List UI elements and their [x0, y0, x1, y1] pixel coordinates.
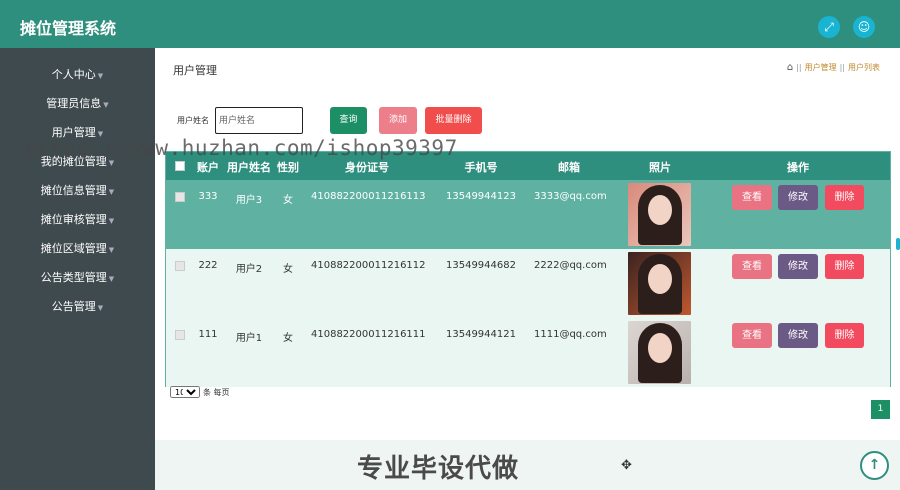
- chevron-down-icon: ▼: [108, 159, 115, 167]
- chevron-down-icon: ▼: [108, 217, 115, 225]
- add-button[interactable]: 添加: [379, 107, 417, 134]
- chevron-down-icon: ▼: [97, 304, 104, 312]
- col-photo: 照片: [649, 161, 671, 174]
- cell-account: 333: [198, 191, 218, 202]
- table-row: 111 用户1 女 410882200011216111 13549944121…: [166, 318, 890, 387]
- sidebar-item-stall-area[interactable]: 摊位区域管理 ▼: [0, 239, 155, 259]
- view-button[interactable]: 查看: [732, 185, 772, 210]
- cell-gender: 女: [283, 264, 293, 275]
- page-button[interactable]: 1: [871, 400, 890, 419]
- back-to-top-icon[interactable]: ↑: [860, 451, 889, 480]
- cell-phone: 13549944682: [446, 260, 516, 271]
- page-size-select[interactable]: 10: [170, 386, 200, 398]
- cell-gender: 女: [283, 333, 293, 344]
- fullscreen-icon[interactable]: ⤢: [818, 16, 840, 38]
- sidebar-item-admin-info[interactable]: 管理员信息 ▼: [0, 94, 155, 114]
- cell-account: 111: [198, 329, 218, 340]
- chevron-down-icon: ▼: [103, 101, 109, 109]
- cell-name: 用户1: [235, 333, 263, 344]
- main-content: 用户管理 ⌂ || 用户管理 || 用户列表 用户姓名 查询 添加 批量删除 账…: [155, 48, 900, 440]
- chevron-down-icon: ▼: [108, 275, 115, 283]
- col-actions: 操作: [787, 161, 809, 174]
- cell-gender: 女: [283, 195, 293, 206]
- home-icon[interactable]: ⌂: [787, 62, 793, 73]
- view-button[interactable]: 查看: [732, 254, 772, 279]
- delete-button[interactable]: 删除: [825, 254, 864, 279]
- user-photo: [628, 321, 691, 384]
- query-button[interactable]: 查询: [330, 107, 367, 134]
- app-title: 摊位管理系统: [20, 19, 117, 38]
- cell-name: 用户3: [235, 195, 263, 206]
- cell-account: 222: [198, 260, 218, 271]
- col-phone: 手机号: [464, 161, 498, 174]
- top-bar: 摊位管理系统 ⤢ ☺: [0, 0, 900, 48]
- cell-email: 2222@qq.com: [534, 260, 607, 271]
- col-email: 邮箱: [558, 161, 580, 174]
- table-row: 222 用户2 女 410882200011216112 13549944682…: [166, 249, 890, 318]
- user-table: 账户 用户姓名 性别 身份证号 手机号 邮箱 照片 操作 333 用户3 女 4…: [165, 151, 891, 387]
- cell-phone: 13549944121: [446, 329, 516, 340]
- sidebar-item-my-stall[interactable]: 我的摊位管理 ▼: [0, 152, 155, 172]
- breadcrumb-user-manage[interactable]: 用户管理: [805, 62, 837, 73]
- delete-button[interactable]: 删除: [825, 185, 864, 210]
- row-checkbox[interactable]: [175, 192, 185, 202]
- breadcrumb-user-list[interactable]: 用户列表: [848, 62, 880, 73]
- edge-handle: [896, 238, 900, 250]
- chevron-down-icon: ▼: [97, 130, 104, 138]
- sidebar-item-stall-review[interactable]: 摊位审核管理 ▼: [0, 210, 155, 230]
- sidebar-item-notice[interactable]: 公告管理 ▼: [0, 297, 155, 317]
- row-checkbox[interactable]: [175, 261, 185, 271]
- table-header: 账户 用户姓名 性别 身份证号 手机号 邮箱 照片 操作: [166, 152, 890, 180]
- edit-button[interactable]: 修改: [778, 185, 818, 210]
- row-checkbox[interactable]: [175, 330, 185, 340]
- move-cursor-icon: ✥: [621, 458, 632, 473]
- footer-banner: 专业毕设代做 ✥ ↑: [155, 440, 900, 490]
- footer-banner-text: 专业毕设代做: [357, 454, 520, 484]
- user-photo: [628, 252, 691, 315]
- chevron-down-icon: ▼: [108, 246, 115, 254]
- page-size-control: 10 条 每页: [170, 386, 230, 398]
- sidebar-item-notice-type[interactable]: 公告类型管理 ▼: [0, 268, 155, 288]
- chevron-down-icon: ▼: [108, 188, 115, 196]
- select-all-checkbox[interactable]: [175, 161, 185, 171]
- cell-name: 用户2: [235, 264, 263, 275]
- col-name: 用户姓名: [227, 161, 271, 174]
- cell-id-card: 410882200011216112: [311, 260, 426, 271]
- per-page-label: 条 每页: [203, 387, 230, 397]
- cell-email: 1111@qq.com: [534, 329, 607, 340]
- sidebar-item-user-manage[interactable]: 用户管理 ▼: [0, 123, 155, 143]
- breadcrumb: ⌂ || 用户管理 || 用户列表: [786, 62, 880, 73]
- sidebar-item-stall-info[interactable]: 摊位信息管理 ▼: [0, 181, 155, 201]
- delete-button[interactable]: 删除: [825, 323, 864, 348]
- batch-delete-button[interactable]: 批量删除: [425, 107, 482, 134]
- edit-button[interactable]: 修改: [778, 254, 818, 279]
- user-photo: [628, 183, 691, 246]
- cell-phone: 13549944123: [446, 191, 516, 202]
- user-icon[interactable]: ☺: [853, 16, 875, 38]
- chevron-down-icon: ▼: [97, 72, 104, 80]
- page-title: 用户管理: [173, 64, 217, 77]
- edit-button[interactable]: 修改: [778, 323, 818, 348]
- col-id-card: 身份证号: [345, 161, 389, 174]
- table-row: 333 用户3 女 410882200011216113 13549944123…: [166, 180, 890, 249]
- name-search-input[interactable]: [215, 107, 303, 134]
- search-label: 用户姓名: [177, 116, 209, 125]
- col-account: 账户: [197, 161, 219, 174]
- cell-id-card: 410882200011216113: [311, 191, 426, 202]
- sidebar-item-personal-center[interactable]: 个人中心 ▼: [0, 65, 155, 85]
- cell-id-card: 410882200011216111: [311, 329, 426, 340]
- sidebar: 个人中心 ▼ 管理员信息 ▼ 用户管理 ▼ 我的摊位管理 ▼ 摊位信息管理 ▼ 摊位审核管…: [0, 48, 155, 490]
- col-gender: 性别: [277, 161, 299, 174]
- cell-email: 3333@qq.com: [534, 191, 607, 202]
- view-button[interactable]: 查看: [732, 323, 772, 348]
